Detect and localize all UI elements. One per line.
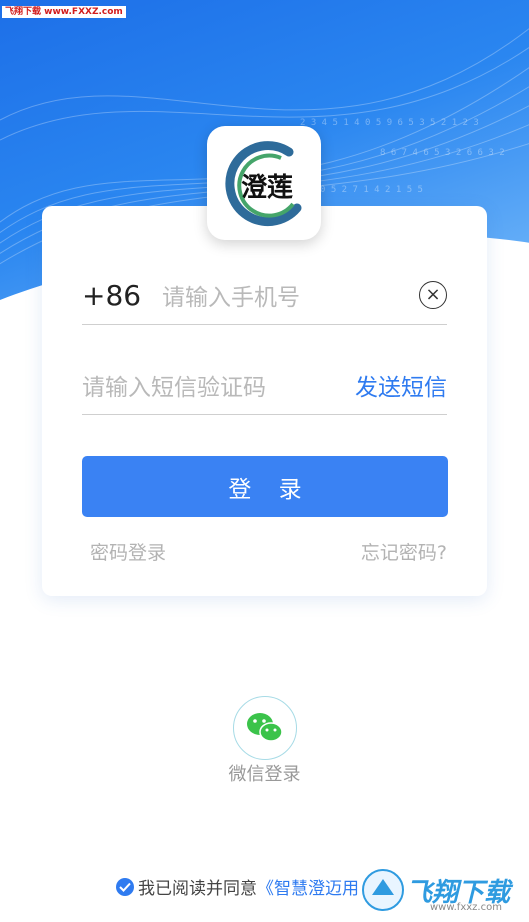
agreement-row: 我已阅读并同意 《智慧澄迈用 [116,874,359,899]
svg-text:2 3 4 5 1 4 0 5 9 6 5 3 5 2 1: 2 3 4 5 1 4 0 5 9 6 5 3 5 2 1 2 3 [300,118,479,128]
brand-watermark: 飞翔下载 www.fxxz.com [360,862,526,918]
forgot-password-link[interactable]: 忘记密码? [361,538,447,565]
wechat-login-label: 微信登录 [228,764,301,785]
password-login-link[interactable]: 密码登录 [90,538,166,565]
code-row: 请输入短信验证码 发送短信 [82,356,447,415]
send-sms-button[interactable]: 发送短信 [355,368,447,402]
brand-logo-icon [362,869,404,911]
site-watermark: 飞翔下载 www.FXXZ.com [2,6,126,18]
logo-emblem-icon: 澄莲 [225,141,302,227]
clear-icon[interactable]: × [419,281,447,309]
svg-text:0 5 2 7 1 4 2 1 5 5: 0 5 2 7 1 4 2 1 5 5 [320,185,423,195]
agreement-text: 我已阅读并同意 [138,879,257,899]
wechat-login-button[interactable] [233,696,297,760]
agree-checkbox[interactable] [116,877,134,896]
wechat-icon [247,713,283,742]
check-icon [119,882,131,892]
phone-input[interactable]: 请输入手机号 [162,278,419,312]
phone-row: +86 请输入手机号 × [82,266,447,325]
agreement-doc-link[interactable]: 《智慧澄迈用 [257,874,359,899]
sms-code-input[interactable]: 请输入短信验证码 [82,368,355,402]
login-button[interactable]: 登 录 [82,456,448,517]
brand-url: www.fxxz.com [430,902,502,913]
app-logo: 澄莲 [207,126,321,240]
country-code[interactable]: +86 [82,279,162,312]
logo-text: 澄莲 [241,173,293,203]
svg-text:8 6 7 4 6 5 3 2 6 6 3 2: 8 6 7 4 6 5 3 2 6 6 3 2 [380,148,505,158]
